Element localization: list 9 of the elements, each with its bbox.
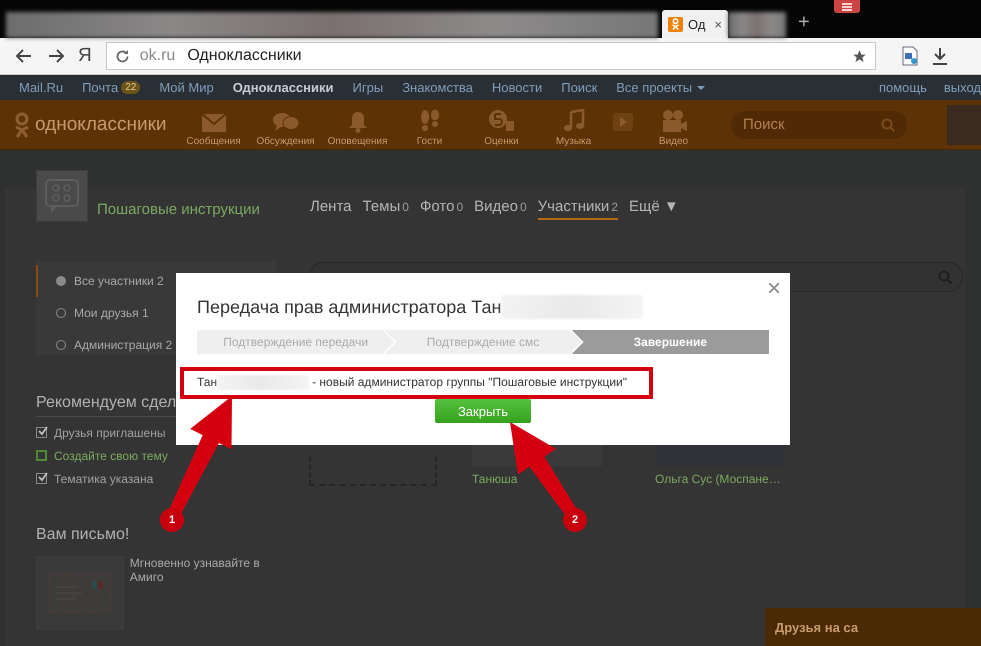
dialog-title: Передача прав администратора Тан xyxy=(197,296,502,318)
mail-count-badge: 22 xyxy=(121,81,140,94)
section-title: Вам письмо! xyxy=(36,526,130,545)
step: Завершение xyxy=(572,330,769,354)
step: Подтверждение смс xyxy=(384,330,582,354)
tab-title: Од xyxy=(688,16,706,32)
step: Подтверждение передачи xyxy=(197,330,394,354)
admin-name: Тан xyxy=(197,375,218,389)
success-message: - новый администратор группы "Пошаговые инструкции" xyxy=(312,375,628,389)
